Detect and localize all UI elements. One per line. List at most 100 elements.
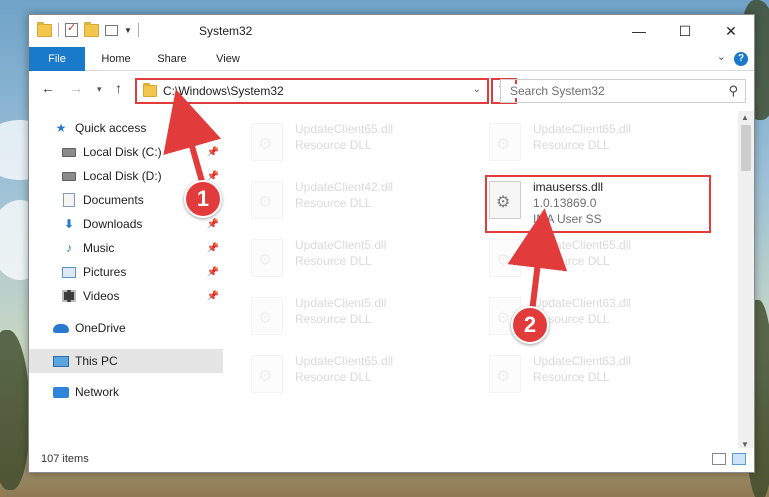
file-list: UpdateClient65.dll Resource DLL UpdateCli… [225,111,741,451]
ribbon-tabs: File Home Share View ⌄ ? [29,47,754,71]
tab-file[interactable]: File [29,47,85,71]
sidebar-item-pictures[interactable]: Pictures 📌 [29,260,223,284]
sidebar-item-label: Videos [83,289,120,303]
sidebar-item-network[interactable]: Network [29,380,223,404]
address-dropdown-icon[interactable]: ⌄ [473,84,481,95]
navigation-bar: ← → ▾ ↑ C:\Windows\System32 ⌄ ↻ ⚲ [29,72,754,108]
title-bar: ▼ System32 — ☐ ✕ [29,15,754,47]
file-name: UpdateClient63.dll [533,296,632,310]
dll-file-icon [251,297,283,335]
explorer-window: ▼ System32 — ☐ ✕ File Home Share View ⌄ … [28,14,755,473]
minimize-button[interactable]: — [616,15,662,47]
sidebar-item-label: Downloads [83,217,143,231]
pin-icon[interactable]: 📌 [207,267,219,278]
list-item[interactable]: UpdateClient42.dll Resource DLL [251,179,481,223]
search-icon[interactable]: ⚲ [728,83,738,99]
computer-icon [53,354,69,368]
sidebar-item-label: Network [75,385,120,399]
status-bar: 107 items [29,448,754,472]
file-type: Resource DLL [533,254,610,268]
list-item[interactable]: UpdateClient65.dll Resource DLL [251,121,481,165]
toolbar-divider [58,23,59,37]
pin-icon[interactable]: 📌 [207,243,219,254]
list-item[interactable]: UpdateClient5.dll Resource DLL [251,295,481,339]
file-name: UpdateClient65.dll [295,122,394,136]
close-button[interactable]: ✕ [708,15,754,47]
up-button[interactable]: ↑ [115,80,122,96]
folder-icon [143,83,157,97]
back-button[interactable]: ← [41,80,55,96]
dll-file-icon [251,239,283,277]
folder-icon [37,21,52,37]
sidebar-item-local-disk-c[interactable]: Local Disk (C:) 📌 [29,140,223,164]
pictures-icon [61,265,77,279]
file-type: Resource DLL [295,138,372,152]
maximize-button[interactable]: ☐ [662,15,708,47]
music-icon: ♪ [66,241,72,255]
details-view-button[interactable] [712,453,726,465]
list-item[interactable]: UpdateClient65.dll Resource DLL [489,121,719,165]
sidebar-item-this-pc[interactable]: This PC [29,349,223,373]
properties-icon[interactable] [65,21,78,37]
file-type: Resource DLL [295,312,372,326]
pin-icon[interactable]: 📌 [207,147,219,158]
sidebar-item-videos[interactable]: Videos 📌 [29,284,223,308]
pin-icon[interactable]: 📌 [207,219,219,230]
view-options-icon[interactable] [105,24,118,36]
list-item[interactable]: UpdateClient65.dll Resource DLL [251,353,481,397]
help-button[interactable]: ? [734,52,748,66]
file-name: UpdateClient5.dll [295,238,387,252]
list-item[interactable]: UpdateClient65.dll Resource DLL [489,237,719,281]
scrollbar-thumb[interactable] [741,125,751,171]
scroll-up-icon[interactable]: ▲ [741,113,749,122]
dll-file-icon [489,239,521,277]
dll-file-icon [251,181,283,219]
drive-icon [61,145,77,159]
callout-step-1: 1 [184,180,222,218]
chevron-down-icon[interactable]: ▼ [124,26,132,35]
sidebar-item-label: Pictures [83,265,127,279]
quick-access-toolbar: ▼ [37,21,139,37]
tiles-view-button[interactable] [732,453,746,465]
sidebar-item-label: Quick access [75,121,147,135]
sidebar-item-label: Documents [83,193,144,207]
tab-view[interactable]: View [207,47,249,71]
sidebar-item-label: Music [83,241,115,255]
search-input[interactable] [501,84,701,98]
forward-button[interactable]: → [69,80,83,96]
tab-share[interactable]: Share [149,47,195,71]
list-item[interactable]: UpdateClient5.dll Resource DLL [251,237,481,281]
sidebar-item-onedrive[interactable]: OneDrive [29,316,223,340]
list-item[interactable]: UpdateClient63.dll Resource DLL [489,353,719,397]
pin-icon[interactable]: 📌 [207,291,219,302]
file-name: UpdateClient5.dll [295,296,387,310]
background-palm [0,330,30,490]
recent-locations-button[interactable]: ▾ [97,84,102,95]
expand-ribbon-icon[interactable]: ⌄ [717,50,726,63]
file-type: Resource DLL [533,138,610,152]
search-box[interactable]: ⚲ [500,79,746,103]
star-icon: ★ [55,121,67,135]
new-folder-icon[interactable] [84,21,99,37]
file-name: UpdateClient65.dll [533,238,632,252]
network-icon [53,385,69,399]
address-bar[interactable]: C:\Windows\System32 ⌄ [135,78,489,104]
drive-icon [61,169,77,183]
dll-file-icon [489,123,521,161]
file-name: UpdateClient65.dll [533,122,632,136]
sidebar-item-quick-access[interactable]: ★ Quick access [29,116,223,140]
videos-icon [61,289,77,303]
cloud-icon [53,321,69,335]
callout-step-2: 2 [511,306,549,344]
address-path[interactable]: C:\Windows\System32 [163,84,284,98]
sidebar-item-label: OneDrive [75,321,126,335]
sidebar-item-label: This PC [75,354,118,368]
toolbar-divider [137,23,139,37]
file-type: Resource DLL [295,196,372,210]
dll-file-icon [489,355,521,393]
vertical-scrollbar[interactable]: ▲ ▼ [738,111,754,451]
sidebar-item-music[interactable]: ♪ Music 📌 [29,236,223,260]
highlight-box [485,175,711,233]
file-name: UpdateClient63.dll [533,354,632,368]
tab-home[interactable]: Home [91,47,141,71]
